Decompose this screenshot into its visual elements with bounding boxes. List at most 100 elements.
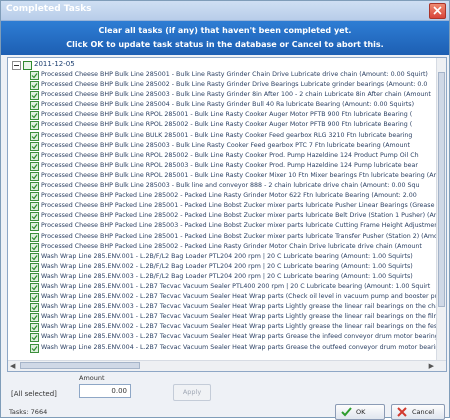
task-checkbox[interactable] — [30, 212, 39, 222]
task-checkbox[interactable] — [30, 71, 39, 80]
task-row[interactable]: Processed Cheese BHP Packed Line 285001 … — [30, 201, 436, 212]
task-row[interactable]: Wash Wrap Line 285.ENV.003 - L.2B7 Tecva… — [30, 302, 436, 313]
task-checkbox[interactable] — [30, 222, 39, 232]
collapse-icon[interactable] — [12, 61, 21, 70]
task-checkbox[interactable] — [30, 202, 39, 212]
task-row-label: Processed Cheese BHP Packed Line 285003 … — [41, 222, 436, 230]
horizontal-scroll-thumb[interactable] — [20, 362, 140, 369]
task-row-label: Wash Wrap Line 285.ENV.002 - L.2B7 Tecva… — [41, 323, 436, 331]
task-checkbox[interactable] — [30, 313, 39, 323]
close-button[interactable] — [429, 3, 446, 19]
checkmark-icon — [341, 407, 352, 417]
task-row[interactable]: Processed Cheese BHP Bulk Line RPOL 2850… — [30, 161, 434, 171]
vertical-scrollbar[interactable] — [436, 58, 446, 360]
task-row[interactable]: Processed Cheese BHP Packed Line 285003 … — [30, 221, 436, 232]
task-row[interactable]: Wash Wrap Line 285.ENV.002 - L.2B/F/L2 B… — [30, 262, 434, 272]
amount-input[interactable]: 0.00 — [79, 384, 131, 398]
task-checkbox[interactable] — [30, 242, 39, 252]
task-row-label: Processed Cheese BHP Packed Line 285002 … — [41, 212, 436, 220]
task-checkbox[interactable] — [30, 252, 39, 262]
task-row-label: Wash Wrap Line 285.ENV.002 - L.2B/F/L2 B… — [41, 262, 413, 270]
task-row-label: Wash Wrap Line 285.ENV.001 - L.2B7 Tecva… — [41, 313, 436, 321]
checkmark-icon — [31, 325, 38, 331]
close-icon — [433, 6, 442, 15]
checkmark-icon — [31, 143, 38, 150]
task-row-label: Processed Cheese BHP Bulk Line RPOL 2850… — [41, 151, 419, 159]
task-row[interactable]: Processed Cheese BHP Packed Line 285002 … — [30, 191, 434, 202]
task-row[interactable]: Wash Wrap Line 285.ENV.002 - L.2B7 Tecva… — [30, 322, 436, 333]
task-row[interactable]: Wash Wrap Line 285.ENV.004 - L.2B7 Tecva… — [30, 343, 436, 353]
task-checkbox[interactable] — [30, 192, 39, 202]
checkmark-icon — [31, 93, 38, 99]
task-row-label: Processed Cheese BHP Packed Line 285002 … — [41, 192, 417, 200]
task-row-label: Processed Cheese BHP Bulk Line 285001 - … — [41, 71, 428, 78]
checkmark-icon — [31, 224, 38, 230]
task-row[interactable]: Wash Wrap Line 285.ENV.003 - L.2B7 Tecva… — [30, 332, 436, 343]
task-row-label: Processed Cheese BHP Bulk Line 285002 - … — [41, 81, 428, 89]
task-row[interactable]: Wash Wrap Line 285.ENV.001 - L.2B7 Tecva… — [30, 312, 436, 323]
root-checkbox[interactable] — [23, 61, 32, 70]
task-checkbox[interactable] — [30, 282, 39, 292]
task-row[interactable]: Wash Wrap Line 285.ENV.003 - L.2B/F/L2 B… — [30, 272, 434, 282]
task-row-label: Processed Cheese BHP Bulk Line RPOL 2850… — [41, 161, 418, 169]
task-row[interactable]: Processed Cheese BHP Packed Line 285002 … — [30, 211, 436, 222]
task-row[interactable]: Wash Wrap Line 285.ENV.001 - L.2B/F/L2 B… — [30, 252, 434, 262]
task-row-label: Wash Wrap Line 285.ENV.003 - L.2B7 Tecva… — [41, 333, 436, 341]
task-row-label: Processed Cheese BHP Packed Line 285002 … — [41, 242, 422, 250]
task-row[interactable]: Processed Cheese BHP Packed Line 285002 … — [30, 242, 434, 252]
ok-button-label: OK — [356, 408, 366, 416]
amount-caption: Amount — [79, 374, 105, 382]
task-checkbox[interactable] — [30, 232, 39, 242]
task-checkbox[interactable] — [30, 171, 39, 181]
task-checkbox[interactable] — [30, 323, 39, 333]
task-row[interactable]: Processed Cheese BHP Bulk Line 285002 - … — [30, 80, 434, 91]
task-checkbox[interactable] — [30, 101, 39, 111]
task-checkbox[interactable] — [30, 161, 39, 171]
task-checkbox[interactable] — [30, 272, 39, 282]
title-bar: Completed Tasks — [1, 1, 449, 21]
task-checkbox[interactable] — [30, 141, 39, 151]
task-row[interactable]: Processed Cheese BHP Bulk Line BULK 2850… — [30, 131, 434, 141]
task-checkbox[interactable] — [30, 182, 39, 192]
task-checkbox[interactable] — [30, 131, 39, 141]
task-checkbox[interactable] — [30, 293, 39, 303]
vertical-scroll-thumb[interactable] — [438, 72, 445, 307]
cancel-button-label: Cancel — [412, 408, 435, 416]
task-checkbox[interactable] — [30, 343, 39, 353]
task-row-label: Wash Wrap Line 285.ENV.003 - L.2B7 Tecva… — [41, 303, 436, 311]
task-checkbox[interactable] — [30, 81, 39, 91]
task-row[interactable]: Processed Cheese BHP Bulk Line RPOL 2850… — [30, 120, 434, 131]
scroll-left-icon[interactable]: ◀ — [10, 362, 15, 370]
task-tree-viewport: 2011-12-05 Processed Cheese BHP Bulk Lin… — [8, 58, 436, 360]
task-checkbox[interactable] — [30, 303, 39, 313]
task-row[interactable]: Wash Wrap Line 285.ENV.002 - L.2B7 Tecva… — [30, 292, 436, 303]
checkmark-icon — [31, 305, 38, 311]
task-row-label: Wash Wrap Line 285.ENV.001 - L.2B/F/L2 B… — [41, 252, 413, 260]
checkmark-icon — [31, 133, 38, 139]
task-row[interactable]: Processed Cheese BHP Bulk Line 285001 - … — [30, 70, 434, 80]
task-checkbox[interactable] — [30, 151, 39, 161]
task-checkbox[interactable] — [30, 121, 39, 131]
checkmark-icon — [31, 254, 38, 261]
task-row[interactable]: Wash Wrap Line 285.ENV.001 - L.2B7 Tecva… — [30, 282, 434, 292]
task-row[interactable]: Processed Cheese BHP Bulk Line RPOL 2850… — [30, 110, 434, 121]
task-row[interactable]: Processed Cheese BHP Bulk Line 285003 - … — [30, 181, 434, 192]
task-row[interactable]: Processed Cheese BHP Bulk Line RPOL 2850… — [30, 171, 436, 181]
task-row[interactable]: Processed Cheese BHP Bulk Line 285004 - … — [30, 100, 434, 111]
scroll-right-icon[interactable]: ▶ — [429, 362, 434, 370]
task-checkbox[interactable] — [30, 111, 39, 121]
task-row[interactable]: Processed Cheese BHP Bulk Line 285003 - … — [30, 141, 434, 151]
apply-button[interactable]: Apply — [173, 384, 211, 401]
task-row-label: Wash Wrap Line 285.ENV.002 - L.2B7 Tecva… — [41, 293, 436, 301]
task-row[interactable]: Processed Cheese BHP Packed Line 285001 … — [30, 232, 436, 242]
horizontal-scrollbar[interactable]: ◀ ▶ — [8, 360, 446, 371]
task-row-label: Processed Cheese BHP Bulk Line 285003 - … — [41, 91, 431, 99]
task-checkbox[interactable] — [30, 333, 39, 343]
task-row[interactable]: Processed Cheese BHP Bulk Line 285003 - … — [30, 90, 434, 101]
task-checkbox[interactable] — [30, 262, 39, 272]
task-row-label: Processed Cheese BHP Bulk Line 285003 - … — [41, 182, 420, 190]
checkmark-icon — [31, 194, 38, 200]
task-row[interactable]: Processed Cheese BHP Bulk Line RPOL 2850… — [30, 151, 434, 161]
task-tree[interactable]: 2011-12-05 Processed Cheese BHP Bulk Lin… — [7, 57, 447, 372]
task-checkbox[interactable] — [30, 91, 39, 101]
